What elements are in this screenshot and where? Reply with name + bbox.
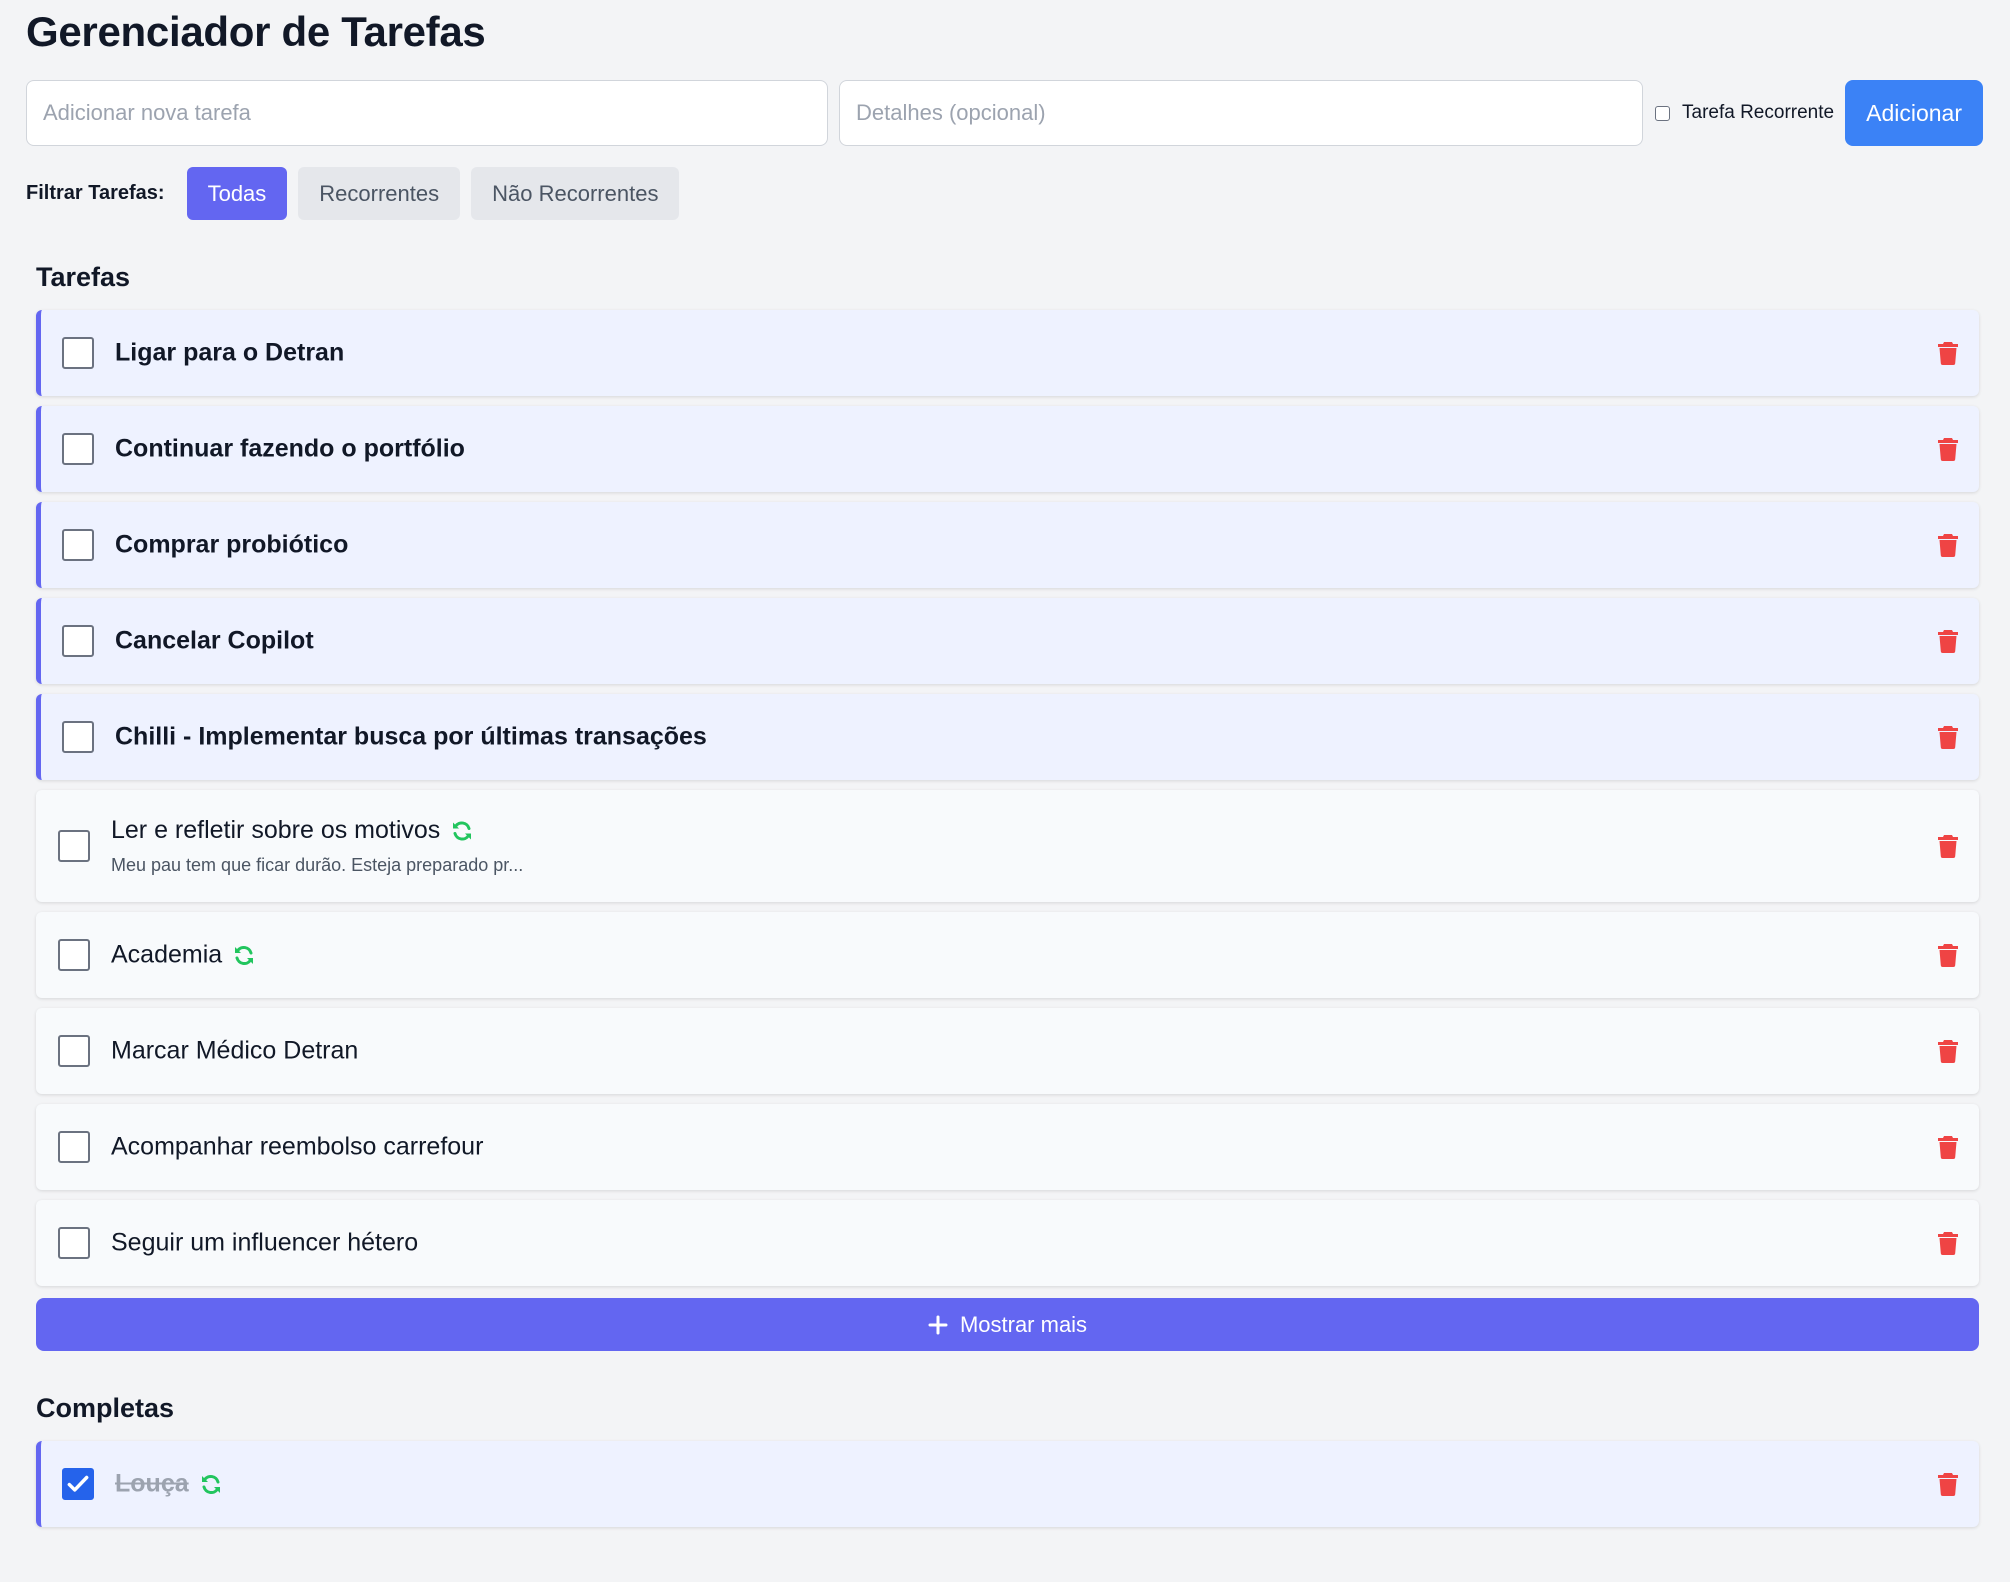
checkmark-icon xyxy=(67,1475,89,1492)
task-title: Louça xyxy=(115,1469,189,1498)
task-item: Chilli - Implementar busca por últimas t… xyxy=(36,694,1979,780)
task-title-row: Marcar Médico Detran xyxy=(111,1037,358,1066)
trash-icon[interactable] xyxy=(1937,533,1959,557)
task-checkbox[interactable] xyxy=(58,1227,90,1259)
filter-bar: Filtrar Tarefas: Todas Recorrentes Não Rec… xyxy=(26,167,690,220)
task-body: Acompanhar reembolso carrefour xyxy=(111,1133,483,1162)
completed-section-title: Completas xyxy=(36,1393,175,1423)
task-manager-page: Gerenciador de Tarefas Tarefa Recorrente… xyxy=(0,0,2010,1582)
task-title: Comprar probiótico xyxy=(115,530,349,559)
task-checkbox[interactable] xyxy=(62,337,94,369)
task-body: Ler e refletir sobre os motivos Meu pau t… xyxy=(111,816,523,876)
task-body: Ligar para o Detran xyxy=(115,339,344,368)
task-title: Chilli - Implementar busca por últimas t… xyxy=(115,722,707,751)
task-title-row: Cancelar Copilot xyxy=(115,627,314,656)
task-item: Acompanhar reembolso carrefour xyxy=(36,1104,1979,1190)
pending-task-list: Ligar para o Detran Continuar fazendo o p… xyxy=(36,310,1979,1296)
trash-icon[interactable] xyxy=(1937,943,1959,967)
task-item: Cancelar Copilot xyxy=(36,598,1979,684)
task-title: Continuar fazendo o portfólio xyxy=(115,434,465,463)
add-task-form: Tarefa Recorrente Adicionar xyxy=(26,80,1988,146)
task-title-row: Louça xyxy=(115,1470,223,1499)
trash-icon[interactable] xyxy=(1937,1231,1959,1255)
task-item: Ligar para o Detran xyxy=(36,310,1979,396)
task-title-row: Chilli - Implementar busca por últimas t… xyxy=(115,723,707,752)
task-item: Marcar Médico Detran xyxy=(36,1008,1979,1094)
completed-task-list: Louça xyxy=(36,1441,1979,1537)
task-checkbox[interactable] xyxy=(58,939,90,971)
pending-section-title: Tarefas xyxy=(36,262,131,292)
task-checkbox[interactable] xyxy=(62,625,94,657)
task-title-row: Comprar probiótico xyxy=(115,531,348,560)
recurring-toggle[interactable]: Tarefa Recorrente xyxy=(1655,102,1834,124)
plus-icon xyxy=(928,1315,948,1334)
task-title: Acompanhar reembolso carrefour xyxy=(111,1132,484,1161)
task-title-row: Ligar para o Detran xyxy=(115,339,344,368)
trash-icon[interactable] xyxy=(1937,1472,1959,1496)
page-title: Gerenciador de Tarefas xyxy=(26,8,486,55)
task-checkbox[interactable] xyxy=(58,830,90,862)
task-checkbox[interactable] xyxy=(62,529,94,561)
filter-buttons: Todas Recorrentes Não Recorrentes xyxy=(186,167,691,220)
task-title-row: Acompanhar reembolso carrefour xyxy=(111,1133,483,1162)
trash-icon[interactable] xyxy=(1937,437,1959,461)
task-item: Continuar fazendo o portfólio xyxy=(36,406,1979,492)
task-item: Academia xyxy=(36,912,1979,998)
details-input[interactable] xyxy=(839,80,1643,146)
filter-button-2[interactable]: Não Recorrentes xyxy=(471,167,680,220)
task-title-row: Continuar fazendo o portfólio xyxy=(115,435,465,464)
add-task-button[interactable]: Adicionar xyxy=(1845,80,1984,146)
task-checkbox[interactable] xyxy=(58,1131,90,1163)
trash-icon[interactable] xyxy=(1937,1135,1959,1159)
trash-icon[interactable] xyxy=(1937,629,1959,653)
task-item: Comprar probiótico xyxy=(36,502,1979,588)
task-title: Marcar Médico Detran xyxy=(111,1036,359,1065)
new-task-input[interactable] xyxy=(26,80,828,146)
task-checkbox[interactable] xyxy=(62,1468,94,1500)
task-body: Chilli - Implementar busca por últimas t… xyxy=(115,723,707,752)
recurring-label: Tarefa Recorrente xyxy=(1682,102,1835,123)
task-body: Marcar Médico Detran xyxy=(111,1037,358,1066)
task-body: Academia xyxy=(111,941,256,970)
filter-button-0[interactable]: Todas xyxy=(186,167,288,220)
task-title: Ligar para o Detran xyxy=(115,338,345,367)
trash-icon[interactable] xyxy=(1937,725,1959,749)
show-more-button[interactable]: Mostrar mais xyxy=(36,1298,1979,1351)
task-title: Seguir um influencer hétero xyxy=(111,1228,419,1257)
task-checkbox[interactable] xyxy=(62,433,94,465)
task-details: Meu pau tem que ficar durão. Esteja prep… xyxy=(111,855,524,875)
show-more-label: Mostrar mais xyxy=(959,1311,1088,1337)
task-checkbox[interactable] xyxy=(62,721,94,753)
task-item: Ler e refletir sobre os motivos Meu pau t… xyxy=(36,790,1979,902)
task-body: Comprar probiótico xyxy=(115,531,348,560)
task-item: Seguir um influencer hétero xyxy=(36,1200,1979,1286)
refresh-icon xyxy=(453,821,472,840)
task-body: Seguir um influencer hétero xyxy=(111,1229,418,1258)
filter-button-1[interactable]: Recorrentes xyxy=(298,167,461,220)
task-title: Cancelar Copilot xyxy=(115,626,314,655)
trash-icon[interactable] xyxy=(1937,834,1959,858)
task-title-row: Academia xyxy=(111,941,256,970)
filter-label: Filtrar Tarefas: xyxy=(26,182,165,204)
task-title: Ler e refletir sobre os motivos xyxy=(111,816,441,844)
task-body: Continuar fazendo o portfólio xyxy=(115,435,465,464)
task-body: Cancelar Copilot xyxy=(115,627,314,656)
recurring-checkbox[interactable] xyxy=(1655,105,1670,121)
task-title-row: Seguir um influencer hétero xyxy=(111,1229,418,1258)
task-checkbox[interactable] xyxy=(58,1035,90,1067)
task-body: Louça xyxy=(115,1470,223,1499)
completed-task-item: Louça xyxy=(36,1441,1979,1527)
refresh-icon xyxy=(201,1474,220,1494)
trash-icon[interactable] xyxy=(1937,341,1959,365)
trash-icon[interactable] xyxy=(1937,1039,1959,1063)
task-title-row: Ler e refletir sobre os motivos xyxy=(111,816,523,845)
refresh-icon xyxy=(235,945,254,965)
task-title: Academia xyxy=(111,940,223,969)
